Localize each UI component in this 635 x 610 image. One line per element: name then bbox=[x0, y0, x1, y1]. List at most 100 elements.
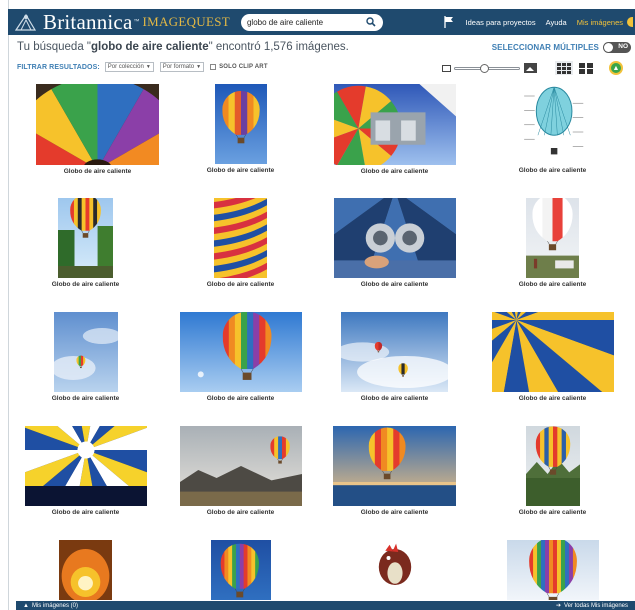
result-thumbnail[interactable] bbox=[333, 426, 456, 506]
result-caption[interactable]: Globo de aire caliente bbox=[163, 281, 318, 288]
format-filter-value: Por formato bbox=[162, 64, 195, 70]
result-thumbnail[interactable] bbox=[525, 426, 580, 506]
my-images-count: Mis imágenes (0) bbox=[31, 602, 78, 609]
brand-name: Britannica bbox=[43, 10, 133, 34]
large-grid-view-button[interactable] bbox=[555, 61, 573, 75]
help-link[interactable]: Ayuda bbox=[546, 18, 567, 27]
result-caption[interactable]: Globo de aire caliente bbox=[8, 395, 163, 402]
result-caption[interactable]: Globo de aire caliente bbox=[317, 509, 472, 516]
image-result-card[interactable] bbox=[8, 540, 163, 600]
small-grid-view-button[interactable] bbox=[577, 61, 595, 75]
result-caption[interactable]: Globo de aire caliente bbox=[20, 168, 175, 175]
results-prefix: Tu búsqueda " bbox=[17, 41, 91, 53]
results-query: globo de aire caliente bbox=[91, 41, 209, 53]
result-caption[interactable]: Globo de aire caliente bbox=[163, 509, 318, 516]
image-result-card[interactable]: Globo de aire caliente bbox=[317, 426, 472, 516]
image-result-card[interactable]: Globo de aire caliente bbox=[8, 426, 163, 516]
result-thumbnail[interactable] bbox=[506, 540, 599, 600]
result-thumbnail[interactable] bbox=[179, 312, 302, 392]
flag-icon[interactable] bbox=[443, 16, 456, 28]
clip-art-label: SOLO CLIP ART bbox=[219, 64, 268, 70]
result-caption[interactable]: Globo de aire caliente bbox=[475, 281, 630, 288]
slider-handle[interactable] bbox=[479, 63, 489, 73]
image-result-card[interactable]: Globo de aire caliente bbox=[475, 198, 630, 288]
result-thumbnail[interactable] bbox=[210, 540, 271, 600]
image-result-card[interactable] bbox=[475, 540, 630, 600]
result-thumbnail[interactable] bbox=[333, 84, 456, 165]
image-result-card[interactable]: Globo de aire caliente bbox=[317, 312, 472, 402]
multi-select-control: SELECCIONAR MÚLTIPLES NO bbox=[492, 42, 631, 53]
see-all-label: Ver todas Mis imágenes bbox=[563, 602, 628, 609]
page-left-border bbox=[8, 0, 9, 610]
product-name: IMAGEQUEST bbox=[142, 14, 230, 29]
clip-art-checkbox[interactable] bbox=[210, 64, 217, 70]
my-images-link[interactable]: Mis imágenes bbox=[577, 18, 623, 27]
result-thumbnail[interactable] bbox=[59, 540, 112, 600]
header-nav: Ideas para proyectos Ayuda Mis imágenes bbox=[443, 9, 635, 35]
format-filter-select[interactable]: Por formato ▼ bbox=[159, 62, 205, 72]
arrow-right-icon: ➔ bbox=[555, 603, 561, 609]
image-result-card[interactable]: Globo de aire caliente bbox=[163, 426, 318, 516]
see-all-my-images-link[interactable]: ➔ Ver todas Mis imágenes bbox=[555, 602, 628, 610]
image-result-card[interactable]: Globo de aire caliente bbox=[8, 198, 163, 288]
upload-icon[interactable]: ▲ bbox=[609, 61, 623, 75]
result-thumbnail[interactable] bbox=[58, 198, 113, 278]
result-caption[interactable]: Globo de aire caliente bbox=[317, 281, 472, 288]
toggle-knob bbox=[604, 43, 613, 52]
thumbnail-size-slider[interactable] bbox=[454, 63, 520, 73]
collection-filter-value: Por colección bbox=[107, 64, 144, 70]
result-thumbnail[interactable] bbox=[24, 426, 147, 506]
image-result-card[interactable]: Globo de aire caliente bbox=[163, 312, 318, 402]
result-thumbnail[interactable] bbox=[36, 84, 159, 165]
result-thumbnail[interactable] bbox=[53, 312, 118, 392]
search-icon[interactable] bbox=[365, 16, 377, 28]
chevron-down-icon: ▼ bbox=[196, 64, 202, 70]
result-caption[interactable]: Globo de aire caliente bbox=[8, 281, 163, 288]
image-result-card[interactable]: Globo de aire caliente bbox=[475, 426, 630, 516]
result-caption[interactable]: Globo de aire caliente bbox=[475, 509, 630, 516]
view-tools: ▲ bbox=[442, 60, 623, 76]
brand-trademark: ™ bbox=[133, 19, 140, 25]
result-thumbnail[interactable] bbox=[214, 198, 267, 278]
result-caption[interactable]: Globo de aire caliente bbox=[163, 395, 318, 402]
projects-link[interactable]: Ideas para proyectos bbox=[466, 18, 536, 27]
search-input[interactable] bbox=[246, 17, 365, 27]
large-image-icon bbox=[524, 63, 537, 73]
small-image-icon bbox=[442, 64, 451, 72]
britannica-logo[interactable]: Britannica ™ IMAGEQUEST bbox=[11, 9, 230, 35]
result-caption[interactable]: Globo de aire caliente bbox=[317, 395, 472, 402]
my-images-tray-toggle[interactable]: ▲ Mis imágenes (0) bbox=[23, 603, 78, 609]
result-caption[interactable]: Globo de aire caliente bbox=[475, 167, 630, 174]
collection-filter-select[interactable]: Por colección ▼ bbox=[104, 62, 154, 72]
multi-select-toggle[interactable]: NO bbox=[603, 42, 631, 53]
result-thumbnail[interactable] bbox=[367, 540, 422, 600]
results-summary: Tu búsqueda "globo de aire caliente" enc… bbox=[17, 41, 349, 53]
chevron-up-icon: ▲ bbox=[23, 602, 29, 609]
result-thumbnail[interactable] bbox=[512, 84, 593, 164]
my-images-indicator bbox=[627, 17, 633, 27]
image-result-card[interactable]: Globo de aire caliente bbox=[475, 312, 630, 402]
image-result-card[interactable]: Globo de aire caliente bbox=[475, 84, 630, 174]
image-result-card[interactable]: Globo de aire caliente bbox=[317, 198, 472, 288]
result-thumbnail[interactable] bbox=[333, 198, 456, 278]
result-caption[interactable]: Globo de aire caliente bbox=[317, 168, 472, 175]
results-suffix: " encontró 1,576 imágenes. bbox=[208, 41, 349, 53]
result-thumbnail[interactable] bbox=[491, 312, 614, 392]
image-result-card[interactable]: Globo de aire caliente bbox=[8, 312, 163, 402]
image-result-card[interactable]: Globo de aire caliente bbox=[20, 84, 175, 175]
thistle-logo-icon bbox=[11, 11, 41, 33]
toggle-state: NO bbox=[618, 43, 628, 50]
image-result-card[interactable]: Globo de aire caliente bbox=[317, 84, 472, 175]
image-result-card[interactable]: Globo de aire caliente bbox=[163, 198, 318, 288]
result-caption[interactable]: Globo de aire caliente bbox=[163, 167, 318, 174]
result-caption[interactable]: Globo de aire caliente bbox=[8, 509, 163, 516]
result-thumbnail[interactable] bbox=[526, 198, 579, 278]
image-result-card[interactable] bbox=[163, 540, 318, 600]
result-caption[interactable]: Globo de aire caliente bbox=[475, 395, 630, 402]
result-thumbnail[interactable] bbox=[214, 84, 267, 164]
result-thumbnail[interactable] bbox=[179, 426, 302, 506]
result-thumbnail[interactable] bbox=[341, 312, 448, 392]
filters-label: FILTRAR RESULTADOS: bbox=[17, 63, 100, 71]
image-result-card[interactable]: Globo de aire caliente bbox=[163, 84, 318, 174]
image-result-card[interactable] bbox=[317, 540, 472, 600]
